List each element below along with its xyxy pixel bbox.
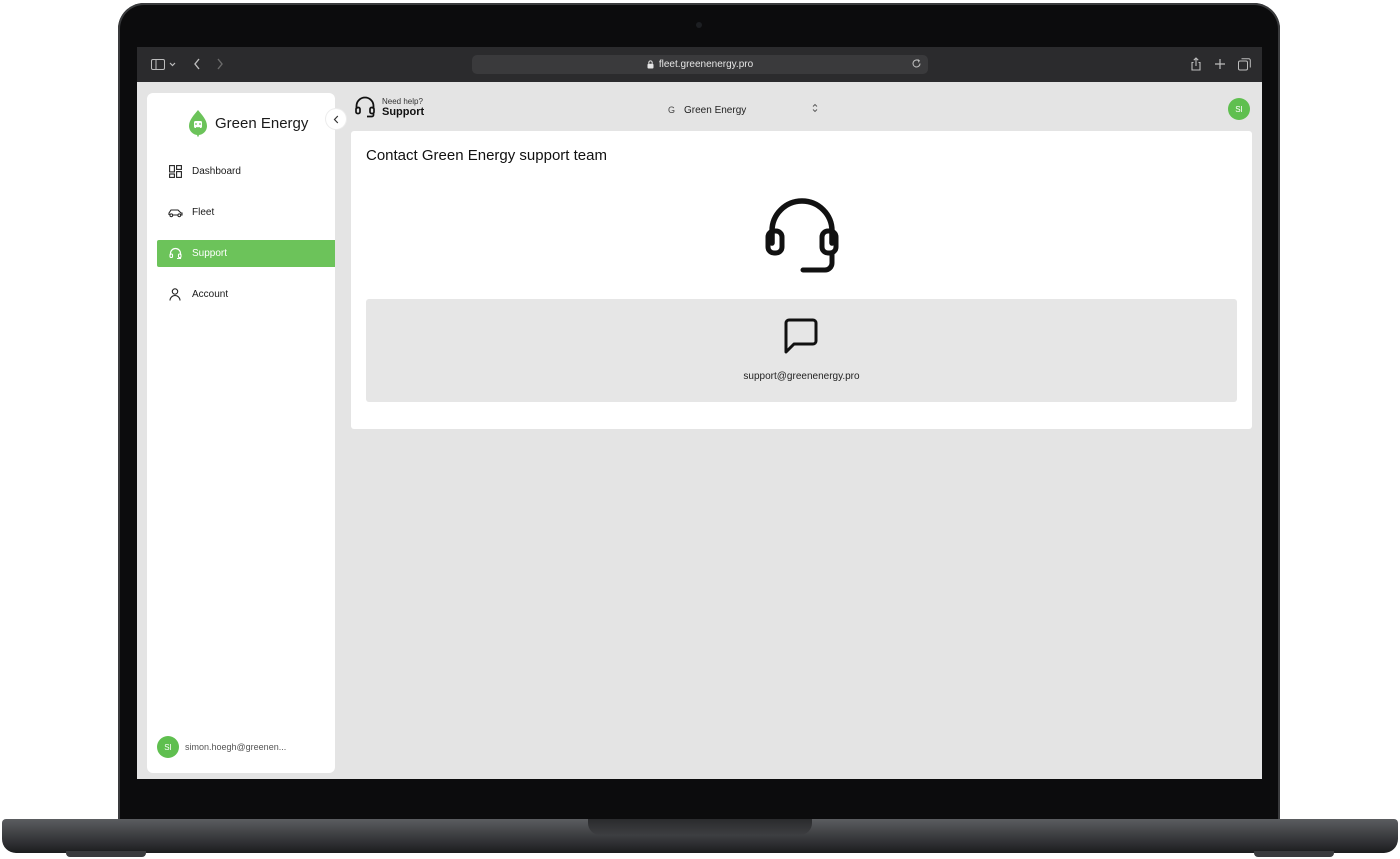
sidebar-toggle-icon[interactable]	[149, 56, 167, 72]
new-tab-icon[interactable]	[1211, 56, 1229, 72]
camera-dot	[696, 22, 702, 28]
sidebar-item-label: Support	[192, 248, 228, 259]
sidebar-item-account[interactable]: Account	[157, 281, 335, 308]
address-bar[interactable]: fleet.greenenergy.pro	[472, 55, 928, 74]
laptop-notch	[588, 819, 812, 835]
reload-icon[interactable]	[911, 58, 922, 72]
avatar: SI	[157, 736, 179, 758]
laptop-foot-right	[1254, 851, 1334, 857]
org-name: Green Energy	[684, 104, 747, 116]
brand[interactable]: Green Energy	[187, 109, 308, 137]
user-email: simon.hoegh@greenen...	[185, 742, 287, 752]
chat-bubble-icon	[782, 317, 820, 360]
back-icon[interactable]	[188, 56, 206, 72]
tab-overview-icon[interactable]	[1235, 56, 1253, 72]
browser-toolbar: fleet.greenenergy.pro	[137, 47, 1262, 82]
chevron-down-icon[interactable]	[167, 56, 177, 72]
lock-icon	[647, 60, 654, 69]
organization-select[interactable]: G Green Energy	[668, 102, 818, 118]
help-subtitle: Need help?	[382, 96, 423, 106]
car-icon	[167, 205, 183, 221]
url-text: fleet.greenenergy.pro	[658, 59, 754, 70]
headset-icon	[355, 96, 375, 118]
forward-icon[interactable]	[211, 56, 229, 72]
collapse-sidebar-button[interactable]	[326, 109, 346, 129]
help-header: Need help? Support	[354, 96, 424, 118]
headset-icon	[167, 246, 183, 262]
sidebar-item-dashboard[interactable]: Dashboard	[157, 158, 335, 185]
help-title: Support	[382, 105, 425, 118]
page-title: Contact Green Energy support team	[366, 147, 607, 164]
sidebar-item-label: Dashboard	[192, 166, 241, 177]
sidebar: Green Energy Dashboard Fleet Support Acc	[147, 93, 335, 773]
org-initial: G	[668, 105, 676, 115]
sidebar-item-fleet[interactable]: Fleet	[157, 199, 335, 226]
chevron-up-down-icon	[812, 103, 818, 116]
chevron-left-icon	[333, 115, 339, 123]
brand-name: Green Energy	[215, 114, 309, 132]
dashboard-grid-icon	[167, 164, 183, 180]
user-icon	[167, 287, 183, 303]
green-energy-logo-icon	[189, 110, 207, 137]
headset-icon	[764, 193, 840, 280]
support-card: Contact Green Energy support team suppor…	[351, 131, 1252, 429]
share-icon[interactable]	[1187, 56, 1205, 72]
header-user-menu[interactable]: SI	[1228, 98, 1250, 120]
laptop-foot-left	[66, 851, 146, 857]
sidebar-item-support[interactable]: Support	[157, 240, 335, 267]
sidebar-item-label: Account	[192, 289, 229, 300]
avatar: SI	[1228, 98, 1250, 120]
screen: fleet.greenenergy.pro Green Energy Dashb…	[137, 47, 1262, 779]
support-email-link[interactable]: support@greenenergy.pro	[366, 371, 1237, 382]
sidebar-user[interactable]: SI simon.hoegh@greenen...	[157, 736, 286, 758]
sidebar-item-label: Fleet	[192, 207, 215, 218]
contact-email-box[interactable]: support@greenenergy.pro	[366, 299, 1237, 402]
